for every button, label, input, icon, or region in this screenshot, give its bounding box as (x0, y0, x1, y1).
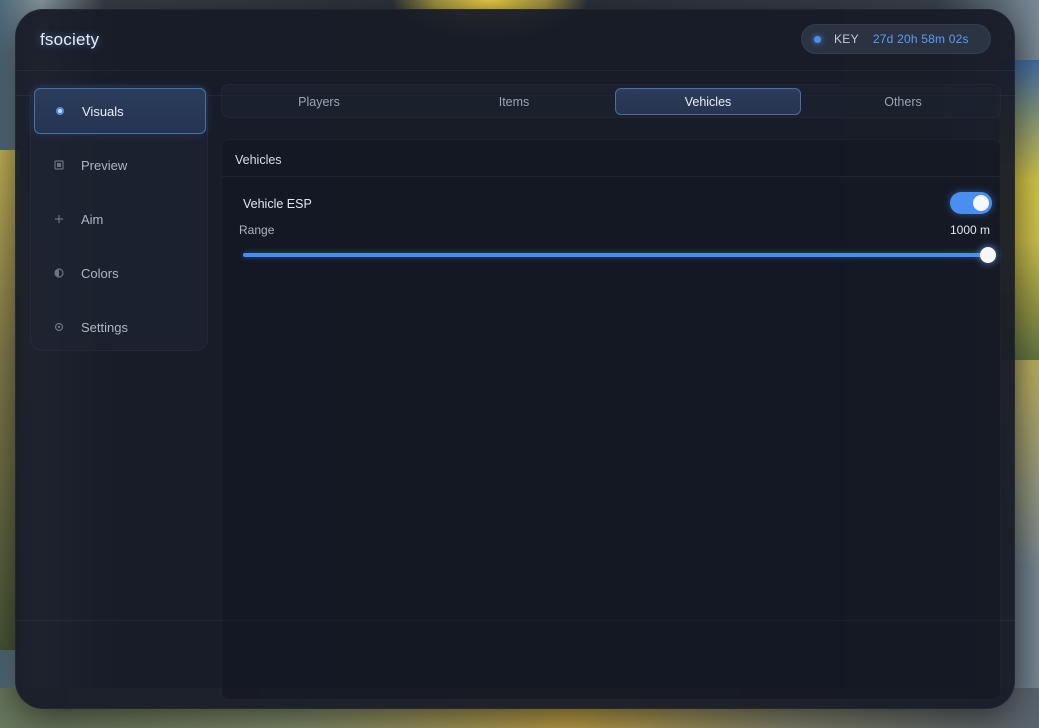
slider-thumb[interactable] (980, 247, 996, 263)
range-slider[interactable] (243, 247, 996, 263)
half-circle-icon (53, 267, 65, 279)
section-title: Vehicles (235, 153, 282, 167)
sidebar-item-label: Colors (81, 265, 119, 281)
tab-players[interactable]: Players (226, 88, 412, 115)
radio-dot-icon (54, 105, 66, 117)
range-value: 1000 m (949, 223, 990, 237)
key-timer-pill: KEY 27d 20h 58m 02s (801, 24, 991, 54)
gear-icon (53, 321, 65, 333)
sidebar-item-preview[interactable]: Preview (34, 142, 206, 188)
app-title: fsociety (40, 30, 100, 49)
sidebar-item-colors[interactable]: Colors (34, 250, 206, 296)
vehicles-panel: Vehicles Vehicle ESP Range 1000 m (221, 139, 1001, 700)
sidebar: Visuals Preview Aim Colors Settings (30, 85, 208, 351)
sidebar-item-label: Settings (81, 319, 128, 335)
window-header: fsociety KEY 27d 20h 58m 02s (15, 9, 1015, 71)
sidebar-item-settings[interactable]: Settings (34, 304, 206, 350)
square-icon (53, 159, 65, 171)
key-expiry-value: 27d 20h 58m 02s (872, 32, 969, 46)
sidebar-item-label: Preview (81, 157, 128, 173)
crosshair-plus-icon (53, 213, 65, 225)
tab-others[interactable]: Others (810, 88, 996, 115)
vehicle-esp-toggle[interactable] (950, 192, 992, 214)
tab-vehicles[interactable]: Vehicles (615, 88, 801, 115)
sidebar-item-label: Aim (81, 211, 104, 227)
slider-fill (243, 253, 988, 257)
toggle-knob (973, 195, 989, 211)
tab-items[interactable]: Items (421, 88, 607, 115)
cheat-menu-window: fsociety KEY 27d 20h 58m 02s Visuals Pre… (15, 9, 1015, 709)
sidebar-item-visuals[interactable]: Visuals (34, 88, 206, 134)
vehicle-esp-label: Vehicle ESP (243, 197, 312, 211)
key-label: KEY (834, 32, 859, 46)
status-dot-icon (814, 35, 821, 43)
sidebar-item-aim[interactable]: Aim (34, 196, 206, 242)
sidebar-item-label: Visuals (82, 103, 124, 119)
range-label: Range (239, 223, 275, 237)
tab-bar: Players Items Vehicles Others (221, 84, 1001, 118)
section-divider (222, 176, 1000, 177)
